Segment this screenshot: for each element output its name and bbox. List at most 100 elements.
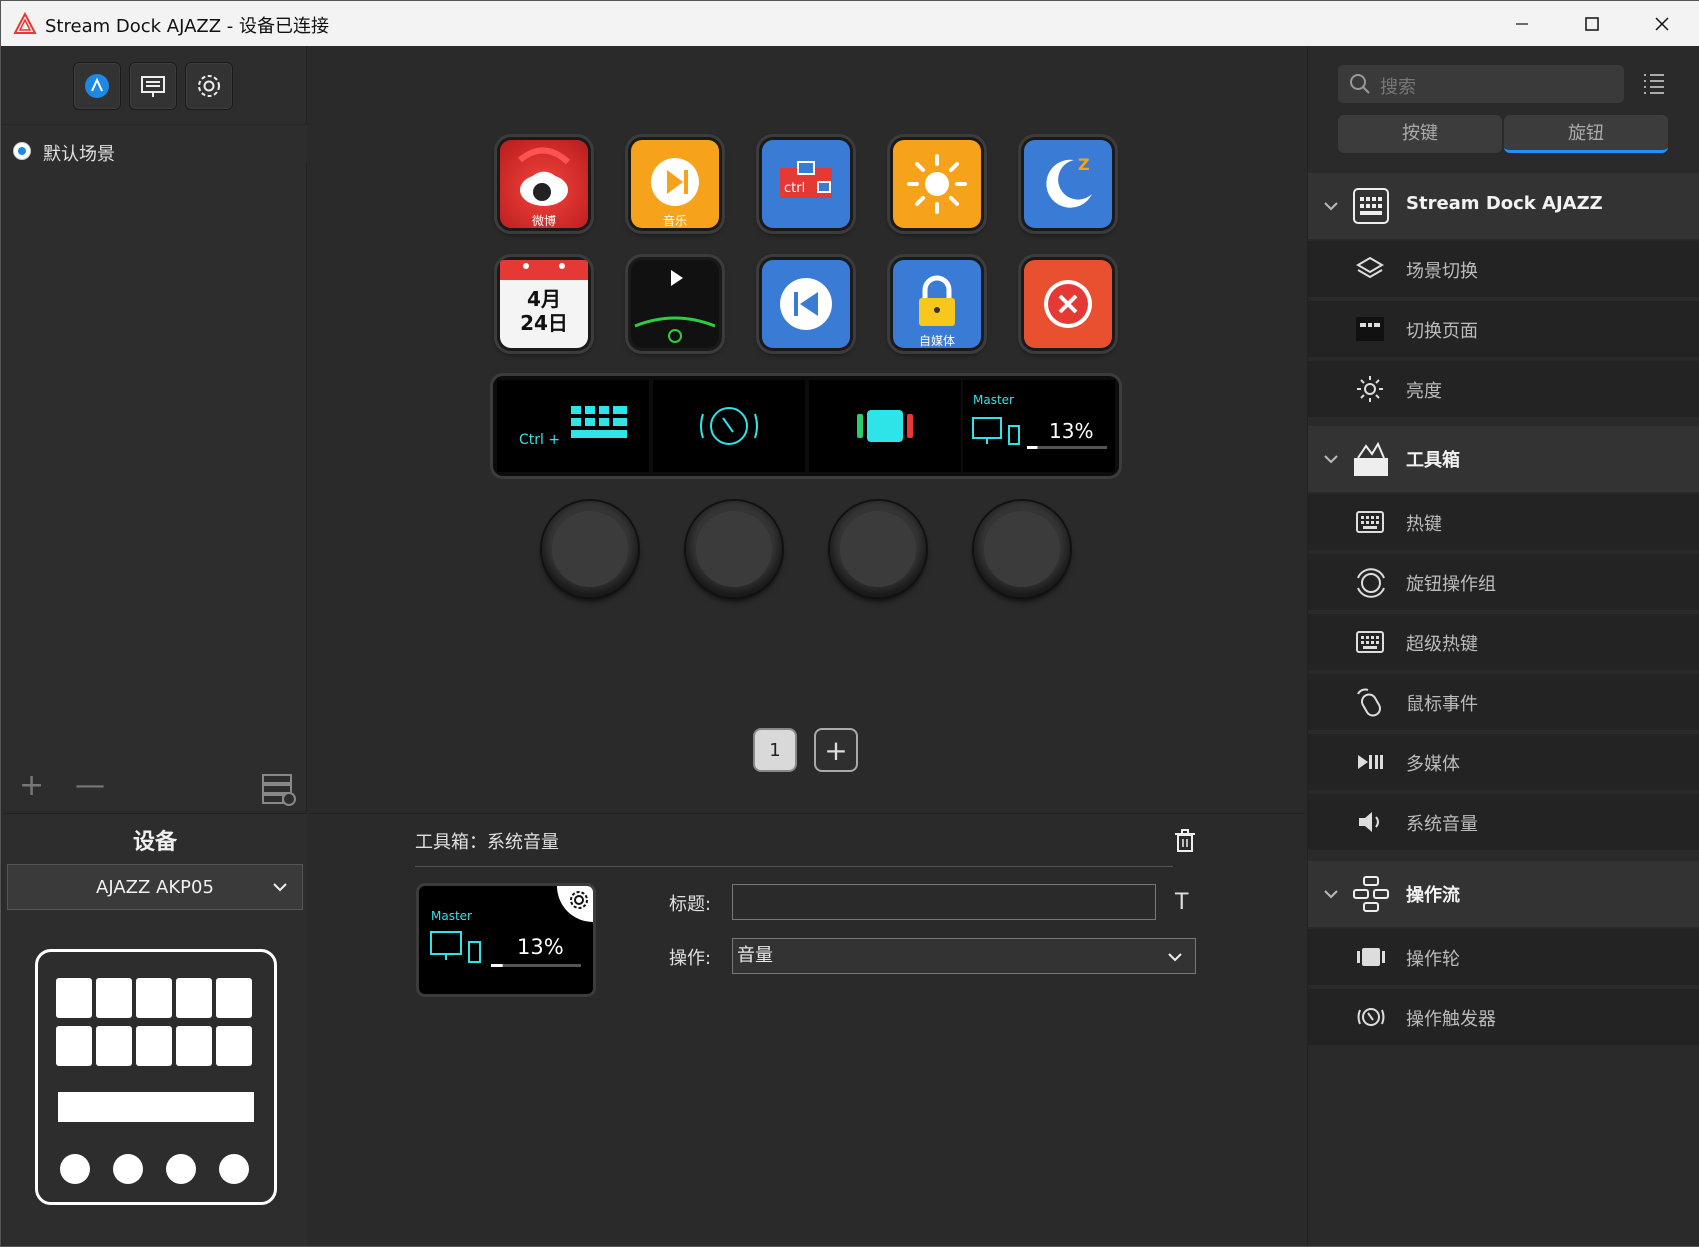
display-button[interactable] [129,62,177,110]
key-weibo[interactable]: 微博 [497,137,591,231]
knob-2[interactable] [686,501,782,597]
phone-icon [1008,425,1020,445]
key-ctrl[interactable]: ctrl [759,137,853,231]
chevron-down-icon [1168,953,1182,962]
action-trigger[interactable]: 操作触发器 [1308,989,1699,1045]
action-label: 操作轮 [1406,949,1460,970]
category-action-flow[interactable]: 操作流 [1308,861,1699,927]
tab-keys[interactable]: 按键 [1338,115,1502,153]
svg-text:ctrl: ctrl [784,181,805,196]
device-select[interactable]: AJAZZ AKP05 [7,864,303,910]
minimize-button[interactable] [1487,1,1557,46]
action-select-value: 音量 [737,945,773,966]
action-label: 切换页面 [1406,321,1478,342]
knob-4[interactable] [974,501,1070,597]
device-touch-strip [58,1092,254,1122]
keyboard-icon: Ctrl + [519,406,627,448]
key-music[interactable]: 音乐 [628,137,722,231]
action-hotkey[interactable]: 热键 [1308,494,1699,550]
action-mouse-event[interactable]: 鼠标事件 [1308,674,1699,730]
svg-text:24日: 24日 [520,311,568,335]
action-label: 场景切换 [1406,261,1478,282]
touch-strip: Ctrl + Master 13% [493,376,1119,476]
volume-level-bar [1027,446,1038,449]
device-knob [166,1154,196,1184]
toolbox-icon [1354,441,1388,476]
strip-segment-wheel[interactable] [809,380,961,472]
action-switch-page[interactable]: 切换页面 [1308,301,1699,357]
action-super-hotkey[interactable]: 超级热键 [1308,614,1699,670]
page-switch-icon [1356,317,1384,341]
svg-text:13%: 13% [1049,419,1093,443]
action-select[interactable]: 音量 [732,938,1196,974]
scene-radio[interactable] [13,142,31,160]
action-knob-group[interactable]: 旋钮操作组 [1308,554,1699,610]
svg-text:Master: Master [973,393,1014,407]
key-previous[interactable] [759,257,853,351]
settings-button[interactable] [185,62,233,110]
close-window-button[interactable] [1627,1,1697,46]
device-key [216,978,252,1018]
device-key [216,1026,252,1066]
list-view-icon[interactable] [1642,71,1666,95]
action-multimedia[interactable]: 多媒体 [1308,734,1699,790]
text-style-button[interactable]: T [1175,890,1188,915]
action-scene-switch[interactable]: 场景切换 [1308,241,1699,297]
key-lock[interactable]: 自媒体 [890,257,984,351]
device-key [96,1026,132,1066]
add-scene-button[interactable]: + [19,771,44,801]
page-1-button[interactable]: 1 [753,728,797,772]
search-placeholder: 搜索 [1380,77,1416,98]
action-system-volume[interactable]: 系统音量 [1308,794,1699,850]
action-label: 操作: [669,948,712,969]
category-stream-dock[interactable]: Stream Dock AJAZZ [1308,173,1699,239]
svg-text:Z: Z [1078,155,1090,174]
action-brightness[interactable]: 亮度 [1308,361,1699,417]
volume-strip-graphic: Master 13% [972,393,1107,449]
key-close[interactable] [1021,257,1115,351]
action-preview[interactable]: Master 13% [419,886,593,994]
scene-manager-icon[interactable] [261,771,297,807]
title-input[interactable] [732,884,1156,920]
preview-settings-button[interactable] [557,886,593,922]
home-button[interactable] [73,62,121,110]
layers-icon [1356,256,1384,279]
action-label: 亮度 [1406,381,1442,402]
add-page-button[interactable]: + [814,728,858,772]
category-toolbox[interactable]: 工具箱 [1308,426,1699,492]
knob-3[interactable] [830,501,926,597]
action-library: 搜索 按键 旋钮 Stream Dock AJAZZ 场景切换 切换页面 亮度 … [1307,46,1699,1246]
key-sleep[interactable]: Z [1021,137,1115,231]
tab-knobs[interactable]: 旋钮 [1504,115,1668,153]
keyboard-icon [1356,631,1384,653]
app-logo-icon [13,12,37,34]
timer-icon [631,260,719,348]
scene-item-default[interactable]: 默认场景 [43,140,115,166]
keyboard-icon [1356,511,1384,533]
key-brightness[interactable] [890,137,984,231]
action-wheel[interactable]: 操作轮 [1308,929,1699,985]
device-knob [60,1154,90,1184]
maximize-button[interactable] [1557,1,1627,46]
moon-icon: Z [1046,155,1092,208]
title-label: 标题: [669,894,712,915]
strip-segment-volume[interactable]: Master 13% [963,380,1115,472]
strip-segment-hotkey[interactable]: Ctrl + [497,380,649,472]
monitor-icon [972,417,1002,439]
search-box[interactable]: 搜索 [1338,65,1624,103]
action-label: 超级热键 [1406,634,1478,655]
category-label: Stream Dock AJAZZ [1406,193,1603,214]
trash-icon[interactable] [1171,826,1199,854]
key-caption: 微博 [531,214,556,228]
previous-key-icon [762,260,850,348]
device-layout-graphic [35,949,277,1205]
knob-1[interactable] [542,501,638,597]
key-timer[interactable] [628,257,722,351]
home-logo-icon [85,74,109,98]
ctrl-hotkey-icon: ctrl [780,161,832,198]
key-calendar[interactable]: 4月 24日 [497,257,591,351]
action-trigger-icon [700,407,758,445]
strip-segment-trigger[interactable] [653,380,805,472]
svg-text:13%: 13% [517,935,564,959]
remove-scene-button[interactable]: — [75,771,105,801]
